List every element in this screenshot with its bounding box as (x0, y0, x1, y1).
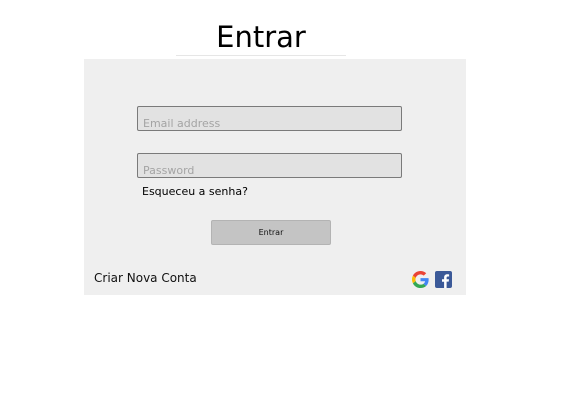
login-button[interactable]: Entrar (211, 220, 331, 245)
title-divider (176, 55, 346, 56)
facebook-icon (435, 271, 452, 288)
facebook-login-button[interactable] (435, 271, 452, 288)
email-field[interactable] (137, 106, 402, 131)
password-field[interactable] (137, 153, 402, 178)
login-page: Entrar Esqueceu a senha? Entrar Criar No… (0, 0, 572, 408)
google-login-button[interactable] (412, 271, 429, 288)
google-icon (412, 271, 429, 288)
create-account-link[interactable]: Criar Nova Conta (94, 270, 197, 286)
login-form-panel: Esqueceu a senha? Entrar Criar Nova Cont… (84, 59, 466, 295)
forgot-password-link[interactable]: Esqueceu a senha? (142, 185, 248, 199)
page-title: Entrar (216, 20, 306, 54)
